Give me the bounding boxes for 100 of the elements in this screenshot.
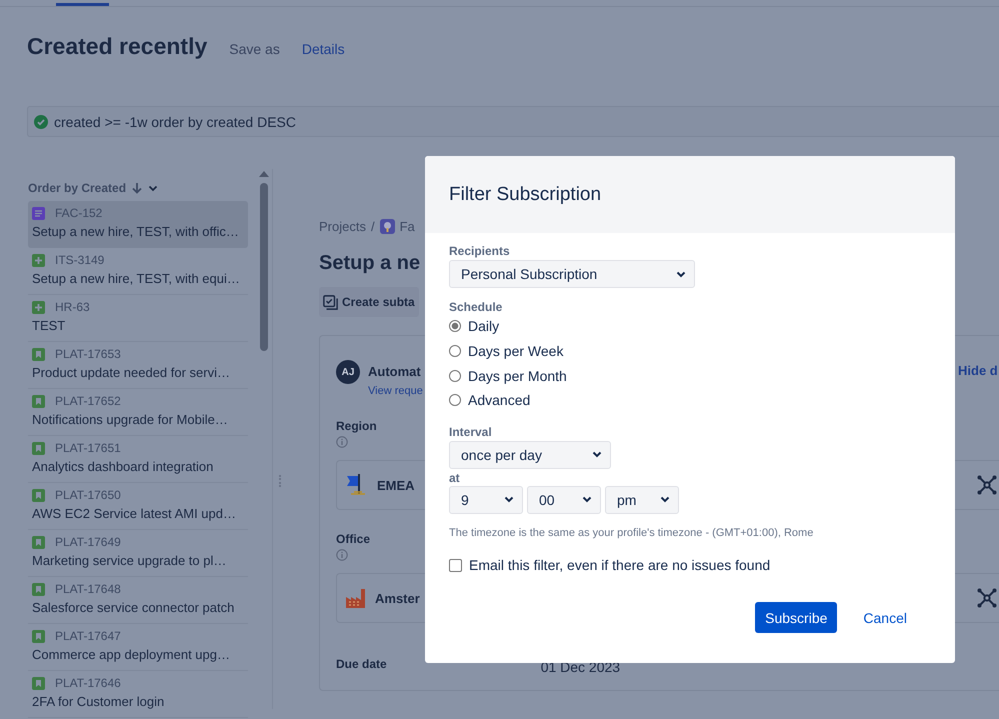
issue-summary: Setup a new hire, TEST, with offic… (32, 223, 240, 240)
issue-summary: Notifications upgrade for Mobile… (32, 411, 229, 428)
issue-list-item[interactable]: HR-63 TEST (28, 295, 248, 342)
chevron-down-icon (676, 270, 686, 278)
create-subtask-button[interactable]: Create subta (319, 287, 419, 317)
issue-list-item[interactable]: PLAT-17652 Notifications upgrade for Mobile… (28, 389, 248, 436)
meridiem-select[interactable]: pm (605, 486, 679, 514)
radio-label: Advanced (468, 392, 530, 408)
requester-name: Automat (368, 364, 422, 379)
bookmark-icon (32, 348, 45, 360)
hour-select[interactable]: 9 (449, 486, 523, 514)
document-icon (32, 206, 45, 220)
chevron-down-icon (582, 496, 592, 504)
chevron-down-icon[interactable] (148, 184, 158, 192)
issue-key: PLAT-17648 (55, 582, 121, 596)
field-label: Interval (449, 424, 493, 439)
chevron-down-icon (504, 496, 514, 504)
radio-button[interactable] (449, 394, 461, 406)
issue-key: PLAT-17647 (55, 629, 121, 643)
cancel-button[interactable]: Cancel (853, 602, 917, 634)
arrow-down-icon (132, 182, 142, 194)
field-label: Region (336, 419, 377, 433)
issue-key: PLAT-17650 (55, 488, 121, 502)
active-tab-indicator (56, 3, 109, 6)
issue-key: HR-63 (55, 300, 90, 314)
dialog-title: Filter Subscription (449, 184, 602, 206)
bookmark-icon (32, 488, 45, 502)
timezone-note: The timezone is the same as your profile's timezone - (GMT+01:00), Rome (449, 526, 814, 539)
bookmark-icon (32, 582, 45, 596)
breadcrumb-link[interactable]: Projects (319, 219, 366, 234)
issue-title: Setup a ne (319, 252, 420, 275)
checkbox-label: Email this filter, even if there are no issues found (469, 557, 770, 574)
subtask-icon (323, 294, 338, 310)
hide-details-link[interactable]: Hide d (958, 363, 998, 378)
field-label: Office (336, 532, 370, 546)
issue-list-item[interactable]: PLAT-17650 AWS EC2 Service latest AMI upd… (28, 483, 248, 530)
issue-key: PLAT-17653 (55, 347, 121, 361)
minute-select[interactable]: 00 (527, 486, 601, 514)
field-value: Amster (375, 590, 420, 606)
subscribe-button[interactable]: Subscribe (755, 602, 838, 634)
radio-label: Days per Month (468, 368, 567, 384)
page-title: Created recently (27, 33, 208, 60)
plus-icon (32, 254, 45, 266)
recipients-select[interactable]: Personal Subscription (449, 260, 695, 288)
field-label: at (449, 470, 461, 485)
field-label: Due date (336, 657, 387, 671)
avatar: AJ (336, 360, 360, 384)
factory-icon (345, 588, 367, 608)
issue-summary: TEST (32, 317, 66, 334)
issue-key: PLAT-17646 (55, 676, 121, 690)
issue-list-item[interactable]: PLAT-17647 Commerce app deployment upg… (28, 624, 248, 671)
view-request-link[interactable]: View reque (368, 385, 423, 397)
issue-list-item[interactable]: PLAT-17649 Marketing service upgrade to pl… (28, 530, 248, 577)
network-icon[interactable] (977, 475, 997, 495)
issue-list-item[interactable]: PLAT-17648 Salesforce service connector patch (28, 577, 248, 624)
bookmark-icon (32, 536, 45, 548)
issue-summary: Marketing service upgrade to pl… (32, 552, 228, 569)
network-icon[interactable] (977, 588, 997, 608)
breadcrumb-link[interactable]: Fa (400, 219, 415, 234)
bookmark-icon (32, 394, 45, 408)
issue-summary: Product update needed for servi… (32, 364, 232, 381)
radio-button[interactable] (449, 320, 461, 332)
issue-key: ITS-3149 (55, 253, 104, 267)
order-label[interactable]: Order by Created (28, 181, 126, 195)
issue-key: PLAT-17651 (55, 441, 121, 455)
issue-summary: 2FA for Customer login (32, 693, 166, 710)
issue-summary: AWS EC2 Service latest AMI upd… (32, 505, 237, 522)
issue-summary: Setup a new hire, TEST, with equi… (32, 270, 241, 287)
issue-list-item[interactable]: FAC-152 Setup a new hire, TEST, with offic… (28, 201, 248, 248)
checkbox[interactable] (449, 558, 462, 572)
save-as-link[interactable]: Save as (229, 41, 280, 57)
radio-button[interactable] (449, 345, 461, 358)
breadcrumb-separator: / (370, 219, 375, 234)
interval-select[interactable]: once per day (449, 440, 611, 469)
query-field[interactable]: created >= -1w order by created DESC (27, 106, 999, 137)
issue-list-item[interactable]: ITS-3149 Setup a new hire, TEST, with equi… (28, 248, 248, 295)
issue-key: PLAT-17649 (55, 535, 121, 549)
issue-summary: Analytics dashboard integration (32, 458, 214, 475)
radio-label: Days per Week (468, 343, 564, 360)
plus-icon (32, 300, 45, 314)
bookmark-icon (32, 676, 45, 690)
issue-list-item[interactable]: PLAT-17646 2FA for Customer login (28, 671, 248, 718)
radio-label: Daily (468, 318, 500, 334)
issue-summary: Commerce app deployment upg… (32, 646, 231, 663)
issue-list-item[interactable]: PLAT-17653 Product update needed for servi… (28, 342, 248, 389)
radio-button[interactable] (449, 370, 461, 382)
bookmark-icon (32, 442, 45, 454)
issue-summary: Salesforce service connector patch (32, 599, 236, 616)
issue-list-item[interactable]: PLAT-17651 Analytics dashboard integration (28, 436, 248, 483)
scrollbar-thumb[interactable] (260, 183, 268, 351)
chevron-down-icon (660, 496, 670, 504)
details-link[interactable]: Details (302, 41, 345, 57)
issue-key: PLAT-17652 (55, 394, 121, 408)
bookmark-icon (32, 630, 45, 642)
field-label: Recipients (449, 244, 511, 258)
chevron-down-icon (592, 451, 602, 458)
field-label: Schedule (449, 300, 504, 314)
project-avatar-icon (380, 219, 395, 234)
field-value: EMEA (377, 478, 415, 492)
scroll-up-icon[interactable] (259, 171, 269, 177)
